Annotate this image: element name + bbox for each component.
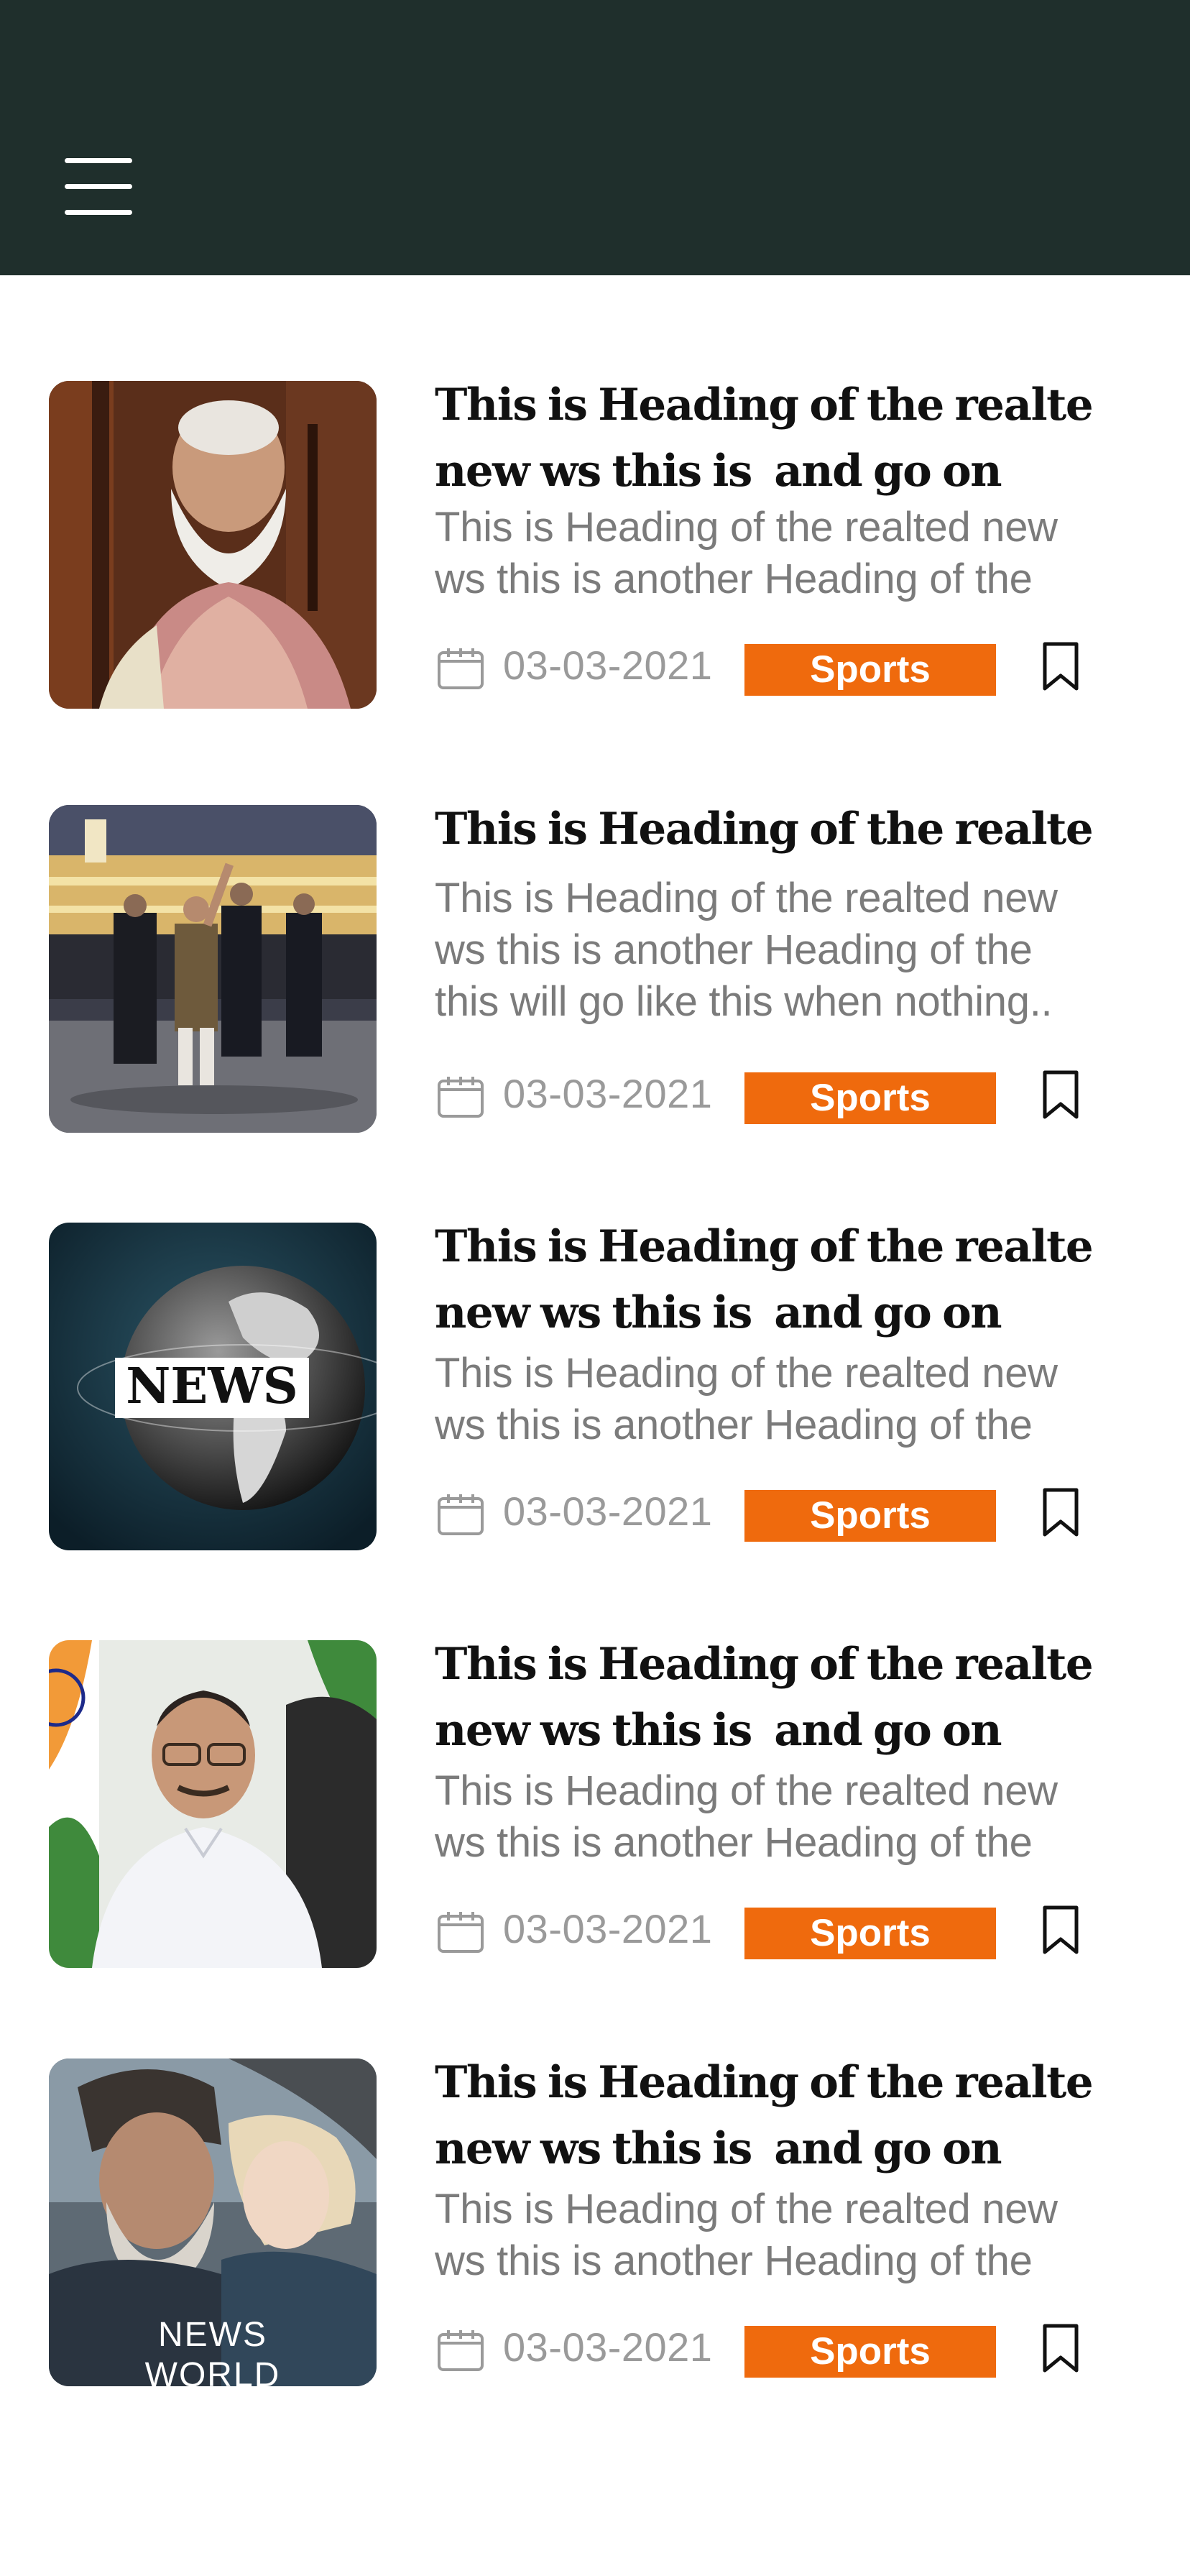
category-tag[interactable]: Sports (744, 644, 996, 696)
poster-title-world: WORLD (145, 2356, 281, 2386)
hamburger-menu-icon[interactable] (59, 151, 138, 223)
article-date: 03-03-2021 (503, 2324, 713, 2370)
calendar-icon (438, 1494, 484, 1535)
category-tag[interactable]: Sports (744, 1490, 996, 1542)
article-title[interactable]: This is Heading of the realte new ws thi… (435, 1632, 1153, 1764)
article-thumbnail (49, 805, 377, 1133)
article-title[interactable]: This is Heading of the realte (435, 796, 1153, 862)
menu-line (65, 158, 132, 163)
article-thumbnail: NEWS (49, 1223, 377, 1550)
calendar-icon (438, 1912, 484, 1953)
bearded-man-portrait-image (49, 381, 377, 709)
article-date: 03-03-2021 (503, 1906, 713, 1951)
man-waving-at-parade-image (49, 805, 377, 1133)
globe-news-text: NEWS (126, 1358, 298, 1415)
article-excerpt: This is Heading of the realted new ws th… (435, 2186, 1058, 2284)
top-app-bar (0, 0, 1190, 275)
article-thumbnail (49, 1640, 377, 1968)
article-date: 03-03-2021 (503, 1489, 713, 1534)
news-globe-image: NEWS (49, 1223, 377, 1550)
article-excerpt: This is Heading of the realted new ws th… (435, 1767, 1058, 1866)
calendar-icon (438, 648, 484, 689)
calendar-icon (438, 2330, 484, 2371)
article-thumbnail (49, 381, 377, 709)
menu-line (65, 210, 132, 215)
news-card[interactable]: NEWS WORLD This is Heading of the realte… (0, 2057, 1190, 2396)
category-tag[interactable]: Sports (744, 1072, 996, 1124)
news-card[interactable]: This is Heading of the realte This is He… (0, 804, 1190, 1143)
category-tag[interactable]: Sports (744, 2326, 996, 2378)
article-excerpt: This is Heading of the realted new ws th… (435, 504, 1058, 602)
bookmark-icon[interactable] (1041, 1487, 1081, 1539)
article-thumbnail: NEWS WORLD (49, 2058, 377, 2386)
news-of-the-world-poster-image: NEWS WORLD (49, 2058, 377, 2386)
bookmark-icon[interactable] (1041, 641, 1081, 693)
article-date: 03-03-2021 (503, 1071, 713, 1116)
news-card[interactable]: This is Heading of the realte new ws thi… (0, 1639, 1190, 1978)
news-card[interactable]: This is Heading of the realte new ws thi… (0, 380, 1190, 719)
man-at-desk-with-flag-image (49, 1640, 377, 1968)
poster-title-news: NEWS (158, 2316, 267, 2354)
bookmark-icon[interactable] (1041, 1070, 1081, 1121)
calendar-icon (438, 1077, 484, 1118)
article-title[interactable]: This is Heading of the realte new ws thi… (435, 1214, 1153, 1346)
article-title[interactable]: This is Heading of the realte new ws thi… (435, 372, 1153, 505)
news-card[interactable]: NEWS This is Heading of the realte new w… (0, 1221, 1190, 1560)
article-excerpt: This is Heading of the realted new ws th… (435, 1350, 1058, 1448)
article-excerpt: This is Heading of the realted new ws th… (435, 875, 1058, 1025)
bookmark-icon[interactable] (1041, 2323, 1081, 2375)
article-date: 03-03-2021 (503, 643, 713, 688)
article-title[interactable]: This is Heading of the realte new ws thi… (435, 2050, 1153, 2182)
category-tag[interactable]: Sports (744, 1908, 996, 1959)
bookmark-icon[interactable] (1041, 1905, 1081, 1956)
menu-line (65, 184, 132, 189)
